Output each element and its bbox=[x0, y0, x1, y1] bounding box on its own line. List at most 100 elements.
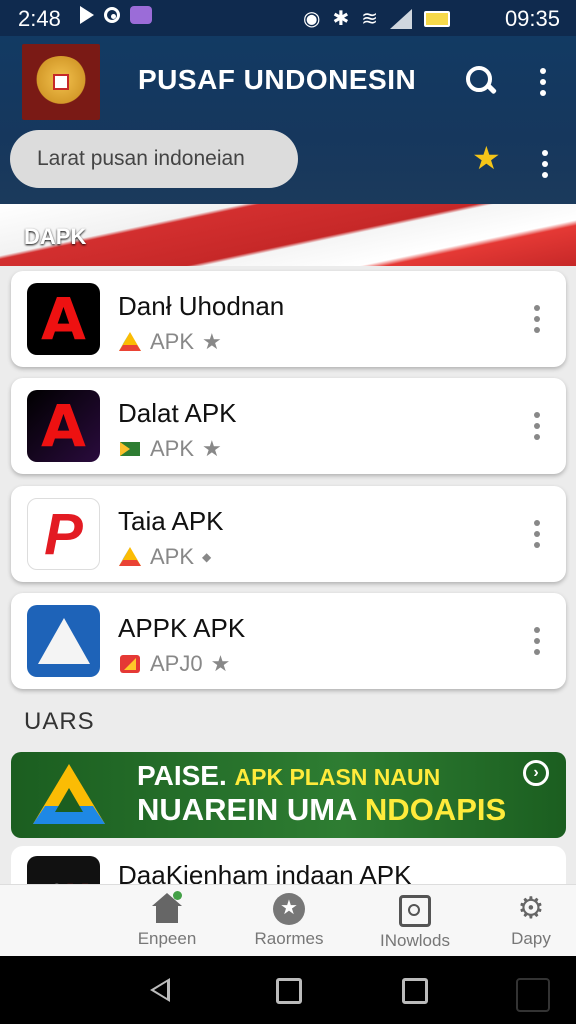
downloads-icon bbox=[399, 895, 431, 927]
brand-icon bbox=[120, 655, 140, 673]
app-icon: A bbox=[27, 390, 100, 462]
more-icon-dot bbox=[534, 649, 540, 655]
home-button-icon[interactable] bbox=[276, 978, 302, 1004]
play-icon bbox=[80, 6, 94, 24]
app-more-button[interactable] bbox=[533, 627, 541, 655]
status-time: 2:48 bbox=[18, 6, 61, 31]
signal-icon bbox=[390, 8, 412, 29]
more-icon bbox=[540, 68, 546, 74]
rating-icon: ★ bbox=[202, 329, 222, 354]
notification-dot bbox=[173, 891, 182, 900]
nav-item-settings[interactable]: ⚙ Dapy bbox=[471, 893, 576, 949]
garuda-emblem-icon bbox=[33, 56, 89, 108]
app-name: Taia APK bbox=[118, 506, 224, 536]
app-subtitle: APK ◆ bbox=[118, 544, 211, 570]
drive-icon bbox=[119, 332, 141, 351]
gear-icon: ⚙ bbox=[517, 892, 545, 925]
nav-item-downloads[interactable]: INowlods bbox=[355, 893, 475, 951]
star-badge-icon: ★ bbox=[273, 893, 305, 925]
rating-icon: ◆ bbox=[202, 550, 212, 564]
app-more-button[interactable] bbox=[533, 520, 541, 548]
alarm-icon: ◉ bbox=[303, 8, 321, 30]
more-icon-dot bbox=[534, 531, 540, 537]
bluetooth-icon: ✱ bbox=[332, 8, 350, 30]
promo-headline-a: PAISE. bbox=[137, 760, 227, 791]
more-icon-dot bbox=[534, 423, 540, 429]
section-heading: UARS bbox=[24, 708, 95, 735]
header-more-button[interactable] bbox=[539, 68, 547, 96]
promo-headline-b: APK PLASN NAUN bbox=[234, 764, 441, 790]
favorite-star-button[interactable]: ★ bbox=[472, 142, 501, 174]
app-type-label: APK bbox=[150, 329, 195, 354]
nav-item-rooms[interactable]: ★ Raormes bbox=[229, 893, 349, 949]
more-icon-dot bbox=[540, 79, 546, 85]
more-icon-dot bbox=[534, 327, 540, 333]
app-icon-shape bbox=[37, 618, 90, 664]
app-subtitle: APK ★ bbox=[118, 436, 222, 462]
nav-label: Raormes bbox=[254, 929, 324, 948]
app-name: APPK APK bbox=[118, 613, 246, 643]
promo-banner[interactable]: PAISE. APK PLASN NAUN NUAREIN UMA NDOAPI… bbox=[11, 752, 566, 838]
app-more-button[interactable] bbox=[533, 305, 541, 333]
message-icon bbox=[130, 6, 152, 24]
app-icon: A bbox=[27, 283, 100, 355]
drive-icon bbox=[120, 442, 140, 456]
app-card[interactable]: A Dalat APK APK ★ bbox=[11, 378, 566, 474]
home-icon-body bbox=[156, 905, 178, 923]
status-left-icons bbox=[80, 6, 152, 24]
promo-subline-a: NUAREIN UMA bbox=[137, 792, 357, 827]
search-button[interactable] bbox=[466, 66, 498, 96]
drive-icon bbox=[119, 547, 141, 566]
app-logo bbox=[22, 44, 100, 120]
nav-label: Dapy bbox=[511, 929, 551, 948]
app-icon bbox=[27, 605, 100, 677]
more-icon bbox=[534, 627, 540, 633]
more-icon-dot bbox=[534, 638, 540, 644]
app-type-label: APK bbox=[150, 544, 195, 569]
battery-icon bbox=[424, 10, 450, 27]
promo-subline-b: NDOAPIS bbox=[364, 792, 507, 827]
nav-item-home[interactable]: Enpeen bbox=[107, 891, 227, 949]
app-subtitle: APK ★ bbox=[118, 329, 222, 355]
chevron-right-icon[interactable]: › bbox=[523, 760, 549, 786]
promo-headline: PAISE. APK PLASN NAUN bbox=[137, 760, 440, 792]
banner-label: DAPK bbox=[24, 224, 87, 249]
back-icon[interactable] bbox=[150, 978, 170, 1002]
app-name: Danł Uhodnan bbox=[118, 291, 285, 321]
promo-subline: NUAREIN UMA NDOAPIS bbox=[137, 792, 506, 828]
wifi-icon: ≋ bbox=[361, 8, 378, 30]
more-icon-dot bbox=[534, 542, 540, 548]
search-input[interactable]: Larat pusan indoneian bbox=[10, 130, 298, 188]
rating-icon: ★ bbox=[210, 651, 231, 676]
app-name: Dalat APK bbox=[118, 398, 237, 428]
search-icon-handle bbox=[484, 82, 498, 95]
status-clock: 09:35 bbox=[504, 6, 560, 31]
more-icon bbox=[542, 150, 548, 156]
more-icon-dot bbox=[534, 434, 540, 440]
recents-icon[interactable] bbox=[402, 978, 428, 1004]
app-type-label: APK bbox=[150, 436, 195, 461]
search-more-button[interactable] bbox=[541, 150, 549, 178]
rating-icon: ★ bbox=[202, 436, 222, 461]
status-right-icons: ◉ ✱ ≋ bbox=[303, 6, 450, 31]
app-switch-icon[interactable] bbox=[516, 978, 550, 1012]
more-icon-dot bbox=[540, 90, 546, 96]
app-card[interactable]: A Danł Uhodnan APK ★ bbox=[11, 271, 566, 367]
app-header: PUSAF UNDONESIN Larat pusan indoneian ★ bbox=[0, 36, 576, 204]
app-subtitle: APJ0 ★ bbox=[118, 651, 230, 677]
app-card[interactable]: APPK APK APJ0 ★ bbox=[11, 593, 566, 689]
app-title: PUSAF UNDONESIN bbox=[138, 64, 417, 95]
record-icon bbox=[104, 7, 120, 23]
more-icon bbox=[534, 305, 540, 311]
app-icon: P bbox=[27, 498, 100, 570]
more-icon-dot bbox=[542, 172, 548, 178]
bottom-navigation: Enpeen ★ Raormes INowlods ⚙ Dapy bbox=[0, 884, 576, 957]
more-icon-dot bbox=[542, 161, 548, 167]
more-icon bbox=[534, 412, 540, 418]
status-bar: 2:48 ◉ ✱ ≋ 09:35 bbox=[0, 0, 576, 36]
app-card[interactable]: P Taia APK APK ◆ bbox=[11, 486, 566, 582]
flag-banner: DAPK bbox=[0, 204, 576, 266]
app-more-button[interactable] bbox=[533, 412, 541, 440]
more-icon bbox=[534, 520, 540, 526]
drive-logo-icon bbox=[33, 764, 105, 824]
